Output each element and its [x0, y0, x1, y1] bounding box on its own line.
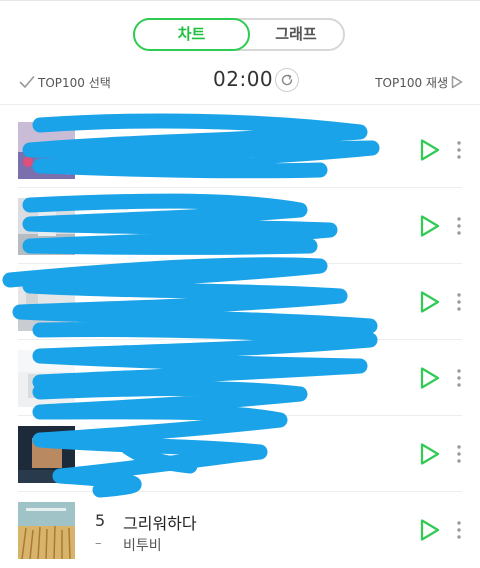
rank-change: –	[95, 536, 102, 551]
more-vertical-icon[interactable]	[452, 444, 466, 464]
list-item: 5 – 그리워하다 비투비	[0, 492, 480, 568]
album-art[interactable]	[18, 350, 75, 407]
play-top100-button[interactable]: TOP100 재생	[375, 73, 463, 91]
more-vertical-icon[interactable]	[452, 216, 466, 236]
album-art[interactable]	[18, 198, 75, 255]
top-divider	[0, 0, 480, 5]
select-top100-label: TOP100 선택	[38, 75, 111, 90]
list-item	[0, 112, 480, 188]
play-icon[interactable]	[419, 442, 441, 466]
list-item	[0, 340, 480, 416]
tab-chart[interactable]: 차트	[133, 18, 250, 51]
select-top100-button[interactable]: TOP100 선택	[19, 73, 111, 91]
play-icon[interactable]	[419, 214, 441, 238]
list-item	[0, 188, 480, 264]
more-vertical-icon[interactable]	[452, 520, 466, 540]
play-icon[interactable]	[419, 366, 441, 390]
play-top100-label: TOP100 재생	[375, 75, 448, 90]
refresh-icon[interactable]	[275, 68, 299, 92]
song-title[interactable]: 그리워하다	[123, 510, 197, 534]
play-icon[interactable]	[419, 138, 441, 162]
more-vertical-icon[interactable]	[452, 140, 466, 160]
tab-graph[interactable]: 그래프	[247, 18, 345, 51]
album-art[interactable]	[18, 122, 75, 179]
play-icon	[451, 75, 463, 89]
album-art[interactable]	[18, 502, 75, 559]
countdown-timer: 02:00	[213, 67, 274, 91]
play-icon[interactable]	[419, 518, 441, 542]
rank-number: 5	[95, 511, 106, 530]
check-icon	[19, 75, 35, 89]
list-item	[0, 264, 480, 340]
more-vertical-icon[interactable]	[452, 292, 466, 312]
list-item	[0, 416, 480, 492]
header-divider	[0, 104, 480, 105]
album-art[interactable]	[18, 426, 75, 483]
album-art[interactable]	[18, 274, 75, 331]
play-icon[interactable]	[419, 290, 441, 314]
chart-graph-toggle: 차트 그래프	[133, 18, 345, 51]
song-artist[interactable]: 비투비	[123, 535, 162, 555]
more-vertical-icon[interactable]	[452, 368, 466, 388]
